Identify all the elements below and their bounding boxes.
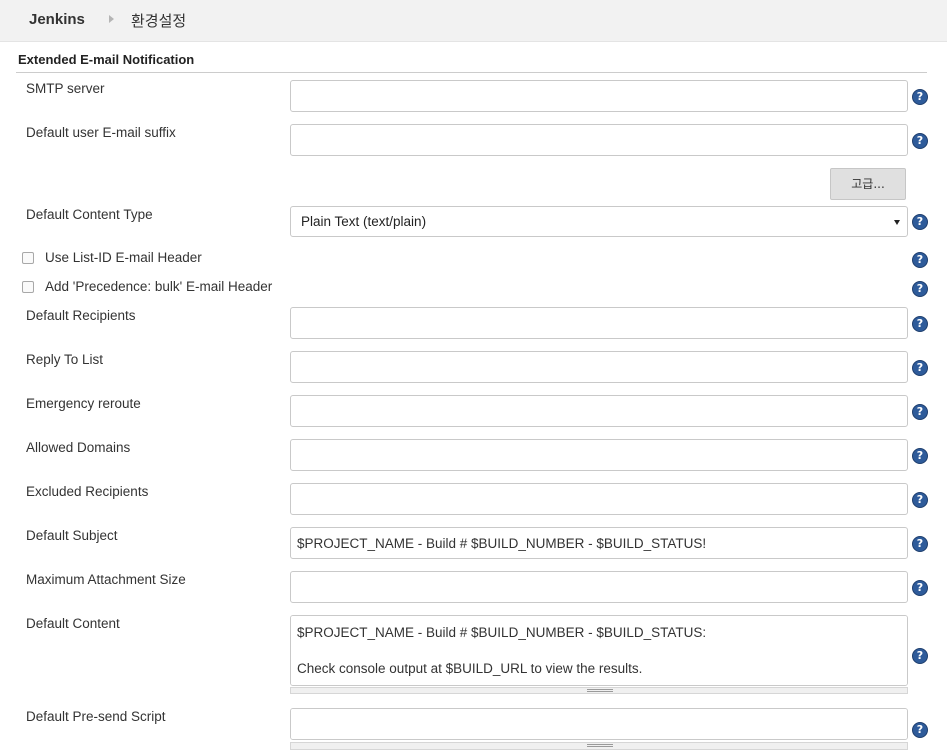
- default-recipients-label: Default Recipients: [26, 308, 136, 323]
- default-content-label: Default Content: [26, 616, 120, 631]
- help-icon[interactable]: ?: [912, 448, 928, 464]
- max-attachment-label: Maximum Attachment Size: [26, 572, 186, 587]
- list-id-checkbox[interactable]: [22, 252, 34, 264]
- help-icon[interactable]: ?: [912, 404, 928, 420]
- help-icon[interactable]: ?: [912, 252, 928, 268]
- presend-script-textarea[interactable]: [290, 708, 908, 740]
- default-suffix-input[interactable]: [290, 124, 908, 156]
- default-content-textarea[interactable]: [290, 615, 908, 686]
- breadcrumb-separator-icon: [109, 15, 114, 23]
- advanced-button[interactable]: 고급...: [830, 168, 906, 200]
- help-icon[interactable]: ?: [912, 360, 928, 376]
- help-icon[interactable]: ?: [912, 580, 928, 596]
- smtp-server-input[interactable]: [290, 80, 908, 112]
- default-subject-input[interactable]: [290, 527, 908, 559]
- precedence-checkbox-label[interactable]: Add 'Precedence: bulk' E-mail Header: [45, 279, 272, 294]
- breadcrumb-bar: Jenkins 환경설정: [0, 0, 947, 42]
- presend-script-label: Default Pre-send Script: [26, 709, 166, 724]
- grip-icon: [587, 689, 613, 692]
- breadcrumb-jenkins-link[interactable]: Jenkins: [29, 11, 85, 28]
- list-id-checkbox-label[interactable]: Use List-ID E-mail Header: [45, 250, 202, 265]
- precedence-checkbox[interactable]: [22, 281, 34, 293]
- help-icon[interactable]: ?: [912, 722, 928, 738]
- section-title: Extended E-mail Notification: [18, 52, 195, 67]
- content-type-label: Default Content Type: [26, 207, 153, 222]
- emergency-reroute-label: Emergency reroute: [26, 396, 141, 411]
- content-type-select[interactable]: Plain Text (text/plain): [290, 206, 908, 237]
- default-recipients-input[interactable]: [290, 307, 908, 339]
- help-icon[interactable]: ?: [912, 536, 928, 552]
- reply-to-input[interactable]: [290, 351, 908, 383]
- section-divider: [16, 72, 927, 73]
- grip-icon: [587, 744, 613, 747]
- smtp-server-label: SMTP server: [26, 81, 105, 96]
- help-icon[interactable]: ?: [912, 492, 928, 508]
- help-icon[interactable]: ?: [912, 648, 928, 664]
- help-icon[interactable]: ?: [912, 133, 928, 149]
- content-type-selected-value: Plain Text (text/plain): [301, 214, 427, 229]
- breadcrumb-current-page[interactable]: 환경설정: [131, 10, 186, 31]
- excluded-recipients-label: Excluded Recipients: [26, 484, 149, 499]
- help-icon[interactable]: ?: [912, 89, 928, 105]
- dropdown-arrow-icon: [894, 220, 900, 225]
- help-icon[interactable]: ?: [912, 214, 928, 230]
- textarea-resize-handle[interactable]: [290, 742, 908, 750]
- help-icon[interactable]: ?: [912, 281, 928, 297]
- default-subject-label: Default Subject: [26, 528, 118, 543]
- allowed-domains-label: Allowed Domains: [26, 440, 131, 455]
- help-icon[interactable]: ?: [912, 316, 928, 332]
- emergency-reroute-input[interactable]: [290, 395, 908, 427]
- excluded-recipients-input[interactable]: [290, 483, 908, 515]
- allowed-domains-input[interactable]: [290, 439, 908, 471]
- textarea-resize-handle[interactable]: [290, 687, 908, 694]
- reply-to-label: Reply To List: [26, 352, 104, 367]
- default-suffix-label: Default user E-mail suffix: [26, 125, 176, 140]
- max-attachment-input[interactable]: [290, 571, 908, 603]
